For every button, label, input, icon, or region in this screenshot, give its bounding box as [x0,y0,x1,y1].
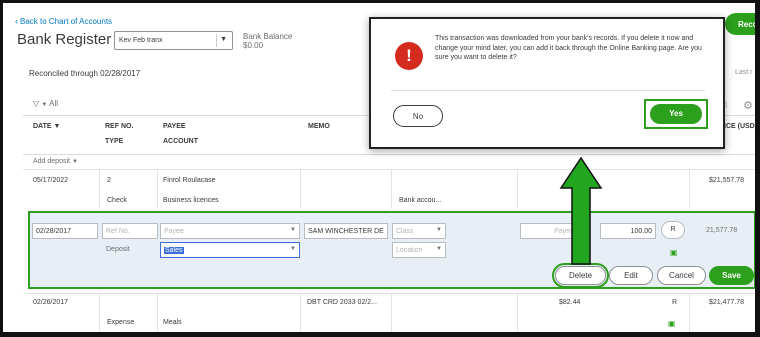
row-account: Meals [163,319,182,326]
row-type: Check [107,197,127,204]
date-field[interactable]: 02/28/2017 [32,223,98,239]
row-date: 05/17/2022 [33,177,69,184]
back-to-chart-of-accounts-link[interactable]: ‹ Back to Chart of Accounts [15,16,112,26]
column-divider [99,169,100,209]
column-divider [689,293,690,332]
bank-balance-value: $0.00 [243,41,264,50]
chevron-down-icon: ▼ [290,246,296,252]
class-placeholder: Class [396,228,414,235]
row-memo: DBT CRD 2033 02/2... [307,299,377,306]
deposit-field[interactable]: 100.00 [600,223,656,239]
select-divider [216,34,217,47]
column-divider [157,293,158,332]
column-divider [517,169,518,209]
edit-row-type: Deposit [106,246,130,253]
no-button[interactable]: No [393,105,443,127]
account-field[interactable]: Sales ▼ [160,242,300,258]
column-divider [300,169,301,209]
back-link-label: Back to Chart of Accounts [20,17,113,26]
column-payee: PAYEE [163,123,186,130]
column-divider [391,169,392,209]
delete-confirmation-dialog: ! This transaction was downloaded from y… [369,17,725,149]
chevron-down-icon: ▼ [71,159,78,165]
screenshot-frame: ‹ Back to Chart of Accounts Bank Register… [0,0,760,337]
column-ref-no: REF NO. [105,123,134,130]
location-placeholder: Location [396,247,423,254]
filter-label: All [49,99,59,108]
reconcile-status-button[interactable]: R [661,221,685,239]
edit-button[interactable]: Edit [609,266,653,285]
reconcile-button[interactable]: Reco [725,13,755,35]
attachment-icon[interactable]: ▣ [668,319,676,328]
up-arrow-annotation-icon [559,156,603,265]
add-deposit-dropdown[interactable]: Add deposit ▼ [33,158,78,165]
edit-row-balance: 21,577.78 [706,227,738,234]
chevron-down-icon: ▼ [436,246,442,252]
chevron-down-icon: ▼ [436,227,442,233]
column-divider [689,169,690,209]
payee-placeholder: Payee [164,228,184,235]
page-title: Bank Register [17,31,112,48]
column-type: TYPE [105,138,124,145]
column-account: ACCOUNT [163,138,198,145]
cancel-button[interactable]: Cancel [657,266,706,285]
filter-dropdown[interactable]: ▽ ▼ All [33,99,58,108]
yes-button-highlight: Yes [644,99,708,129]
row-balance: $21,557.78 [709,177,745,184]
column-divider [391,293,392,332]
yes-button[interactable]: Yes [650,104,702,124]
dialog-divider [391,90,705,91]
row-account: Business licences [163,197,219,204]
payee-field[interactable]: Payee ▼ [160,223,300,239]
last-reconciled-text: Last r [735,69,753,76]
column-balance: ICE (USD) [724,123,758,130]
column-divider [157,169,158,209]
class-select[interactable]: Class ▼ [392,223,446,239]
chevron-down-icon: ▼ [220,36,227,43]
row-ref-no: 2 [107,177,111,184]
column-divider [300,293,301,332]
attachment-icon[interactable]: ▣ [670,248,678,257]
save-button[interactable]: Save [709,266,754,285]
column-memo: MEMO [308,123,330,130]
column-date[interactable]: DATE ▼ [33,119,60,134]
column-divider [99,293,100,332]
row-payment: $82.44 [559,299,581,306]
bank-balance: Bank Balance $0.00 [243,32,292,50]
account-select-value: Kev Feb tranx [119,37,163,44]
reconciled-through-text: Reconciled through 02/28/2017 [29,69,141,78]
row-type: Expense [107,319,135,326]
memo-field[interactable]: SAM WINCHESTER DE [304,223,388,239]
location-select[interactable]: Location ▼ [392,242,446,258]
dialog-message: This transaction was downloaded from you… [435,35,702,61]
ref-no-field[interactable]: Ref No. [102,223,158,239]
gear-icon[interactable]: ⚙ [743,99,753,112]
column-divider [517,293,518,332]
row-date: 02/26/2017 [33,299,69,306]
chevron-down-icon: ▼ [41,102,48,108]
row-memo: Bank accou... [399,197,442,204]
chevron-down-icon: ▼ [290,227,296,233]
filter-icon: ▽ [33,99,40,108]
add-deposit-label: Add deposit [33,158,70,165]
chevron-left-icon: ‹ [15,16,18,26]
delete-button[interactable]: Delete [552,263,609,288]
row-status: R [672,299,678,306]
row-balance: $21,477.78 [709,299,745,306]
error-icon: ! [395,42,423,70]
account-select[interactable]: Kev Feb tranx ▼ [114,31,233,50]
bank-balance-label: Bank Balance [243,32,293,41]
account-field-value: Sales [164,247,184,254]
row-payee: Finrol Roulacase [163,177,216,184]
